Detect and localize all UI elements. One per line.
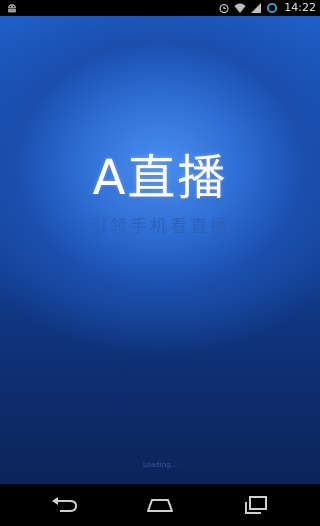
recents-button[interactable]	[226, 490, 286, 520]
back-button[interactable]	[34, 490, 94, 520]
back-icon	[52, 497, 78, 512]
sync-icon	[267, 3, 278, 13]
navigation-bar	[0, 484, 320, 526]
app-screen: 14:22 A直播 引领手机看直播 Loading...	[0, 0, 320, 526]
signal-icon	[251, 3, 262, 13]
loading-text: Loading...	[142, 461, 178, 469]
alarm-icon	[219, 3, 229, 14]
recents-icon	[245, 496, 267, 514]
home-button[interactable]	[130, 490, 190, 520]
app-slogan: 引领手机看直播	[90, 217, 230, 237]
app-title: A直播	[92, 150, 228, 206]
android-robot-icon	[8, 4, 16, 13]
splash-screen: A直播 引领手机看直播 Loading...	[0, 16, 320, 484]
status-clock: 14:22	[284, 1, 316, 14]
wifi-icon	[234, 3, 246, 13]
home-icon	[147, 499, 173, 512]
status-bar: 14:22	[0, 0, 320, 16]
